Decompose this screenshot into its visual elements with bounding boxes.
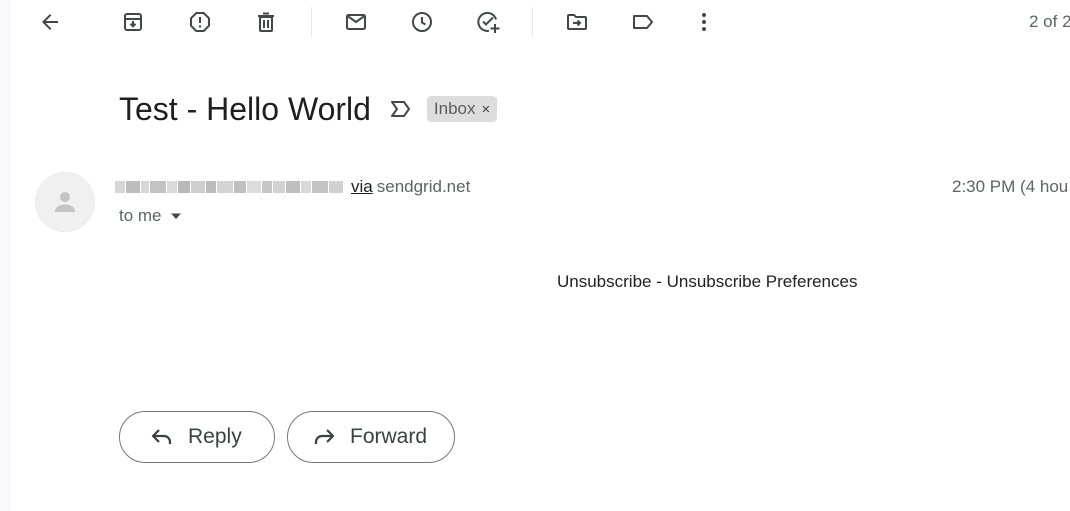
toolbar-divider [532, 7, 533, 37]
via-link[interactable]: via [351, 177, 373, 197]
subject-row: Test - Hello World Inbox × [119, 88, 498, 130]
reply-button[interactable]: Reply [119, 411, 275, 463]
label-chip-text: Inbox [433, 99, 476, 118]
email-subject: Test - Hello World [119, 90, 371, 127]
reply-icon [150, 427, 174, 447]
move-to-button[interactable] [561, 6, 593, 38]
mark-unread-button[interactable] [340, 6, 372, 38]
recipient-details-toggle[interactable]: to me [119, 206, 182, 226]
recipient-text: to me [119, 206, 162, 225]
avatar[interactable] [35, 172, 95, 232]
archive-icon [124, 13, 142, 31]
redacted-sender-name[interactable] [115, 180, 351, 194]
move-to-folder-icon [567, 14, 587, 30]
label-icon [633, 15, 653, 29]
sender-row: via sendgrid.net [115, 176, 470, 198]
report-spam-icon [190, 12, 210, 32]
email-timestamp[interactable]: 2:30 PM (4 hou [952, 177, 1068, 197]
report-spam-button[interactable] [184, 6, 216, 38]
more-options-button[interactable] [688, 6, 720, 38]
email-body: Unsubscribe - Unsubscribe Preferences [557, 272, 858, 291]
arrow-back-icon [42, 14, 58, 30]
importance-marker[interactable] [389, 97, 413, 121]
add-task-button[interactable] [472, 6, 504, 38]
importance-icon [390, 101, 410, 117]
archive-button[interactable] [117, 6, 149, 38]
message-toolbar: 2 of 2 [0, 0, 1070, 44]
clock-icon [412, 12, 432, 32]
inbox-label-chip: Inbox × [426, 96, 498, 122]
forward-label: Forward [350, 425, 428, 448]
delete-button[interactable] [250, 6, 282, 38]
forward-icon [312, 427, 336, 447]
reply-label: Reply [188, 425, 242, 448]
back-button[interactable] [34, 6, 66, 38]
add-task-icon [477, 11, 500, 33]
pagination-count: 2 of 2 [1029, 12, 1070, 31]
label-button[interactable] [627, 6, 659, 38]
trash-icon [258, 12, 274, 32]
forward-button[interactable]: Forward [287, 411, 455, 463]
toolbar-divider [311, 7, 312, 37]
mail-icon [346, 14, 366, 30]
dropdown-caret-icon [170, 212, 182, 220]
person-icon [55, 192, 75, 212]
more-vertical-icon [702, 13, 706, 31]
sender-domain: sendgrid.net [376, 177, 471, 196]
snooze-button[interactable] [406, 6, 438, 38]
remove-label-icon[interactable]: × [482, 102, 491, 117]
left-strip [0, 0, 11, 511]
